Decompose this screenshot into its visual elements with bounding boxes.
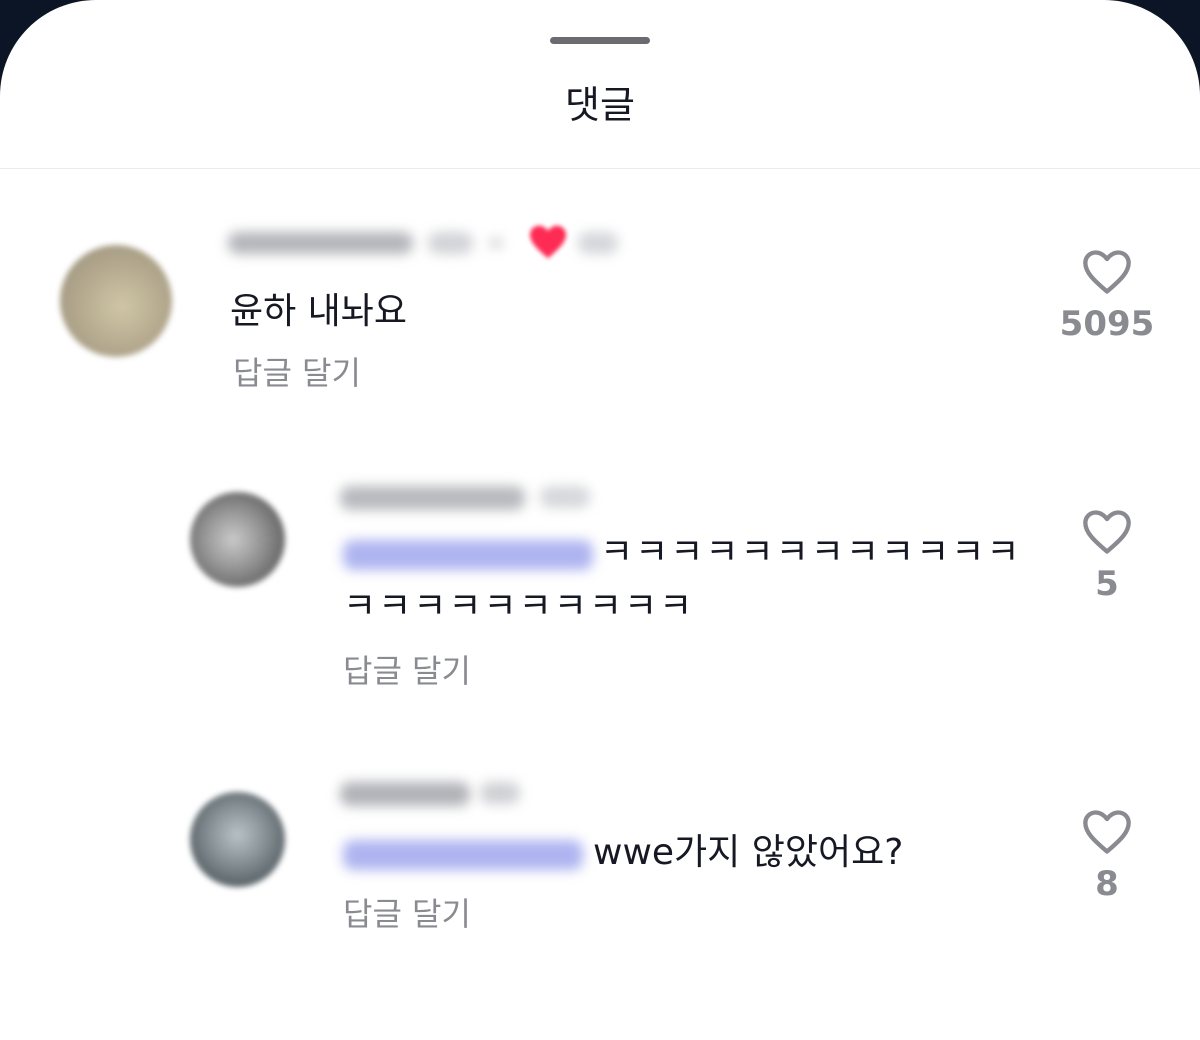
- mention-tag-blurred[interactable]: [343, 840, 583, 870]
- like-count: 8: [1095, 864, 1119, 904]
- reply-text-line1: ㅋㅋㅋㅋㅋㅋㅋㅋㅋㅋㅋㅋ: [600, 532, 1022, 573]
- like-button[interactable]: 8: [1047, 808, 1167, 904]
- comments-sheet: 댓글 윤하 내놔요 답글 달기 5095 ㅋㅋㅋㅋㅋㅋㅋㅋㅋㅋㅋㅋ ㅋㅋㅋㅋㅋㅋ…: [0, 0, 1200, 1040]
- dot-separator: [490, 237, 502, 249]
- reply-text-line2: ㅋㅋㅋㅋㅋㅋㅋㅋㅋㅋ: [343, 586, 695, 627]
- drag-handle[interactable]: [550, 37, 650, 44]
- like-button[interactable]: 5095: [1047, 248, 1167, 344]
- like-count: 5095: [1059, 304, 1155, 344]
- timestamp-blurred: [540, 486, 590, 508]
- reply-text: wwe가지 않았어요?: [593, 832, 904, 873]
- like-button[interactable]: 5: [1047, 508, 1167, 604]
- comment-meta: [228, 222, 628, 262]
- like-count: 5: [1095, 564, 1119, 604]
- mention-tag-blurred[interactable]: [343, 540, 593, 570]
- avatar[interactable]: [60, 245, 172, 357]
- header-divider: [0, 168, 1200, 169]
- comment-text: 윤하 내놔요: [230, 291, 408, 332]
- creator-label-blurred: [578, 232, 618, 254]
- timestamp-blurred: [480, 782, 520, 804]
- sheet-title: 댓글: [565, 83, 635, 127]
- author-name-blurred[interactable]: [228, 232, 413, 254]
- heart-outline-icon: [1083, 510, 1131, 554]
- reply-meta: [340, 476, 640, 516]
- reply-meta: [340, 772, 600, 812]
- creator-liked-heart-icon: [530, 225, 566, 259]
- avatar[interactable]: [190, 792, 285, 887]
- reply-button[interactable]: 답글 달기: [343, 894, 471, 934]
- author-name-blurred[interactable]: [340, 782, 470, 806]
- timestamp-blurred: [428, 232, 473, 254]
- reply-button[interactable]: 답글 달기: [343, 651, 471, 691]
- avatar[interactable]: [190, 492, 285, 587]
- heart-outline-icon: [1083, 250, 1131, 294]
- reply-button[interactable]: 답글 달기: [233, 353, 361, 393]
- heart-outline-icon: [1083, 810, 1131, 854]
- author-name-blurred[interactable]: [340, 486, 525, 510]
